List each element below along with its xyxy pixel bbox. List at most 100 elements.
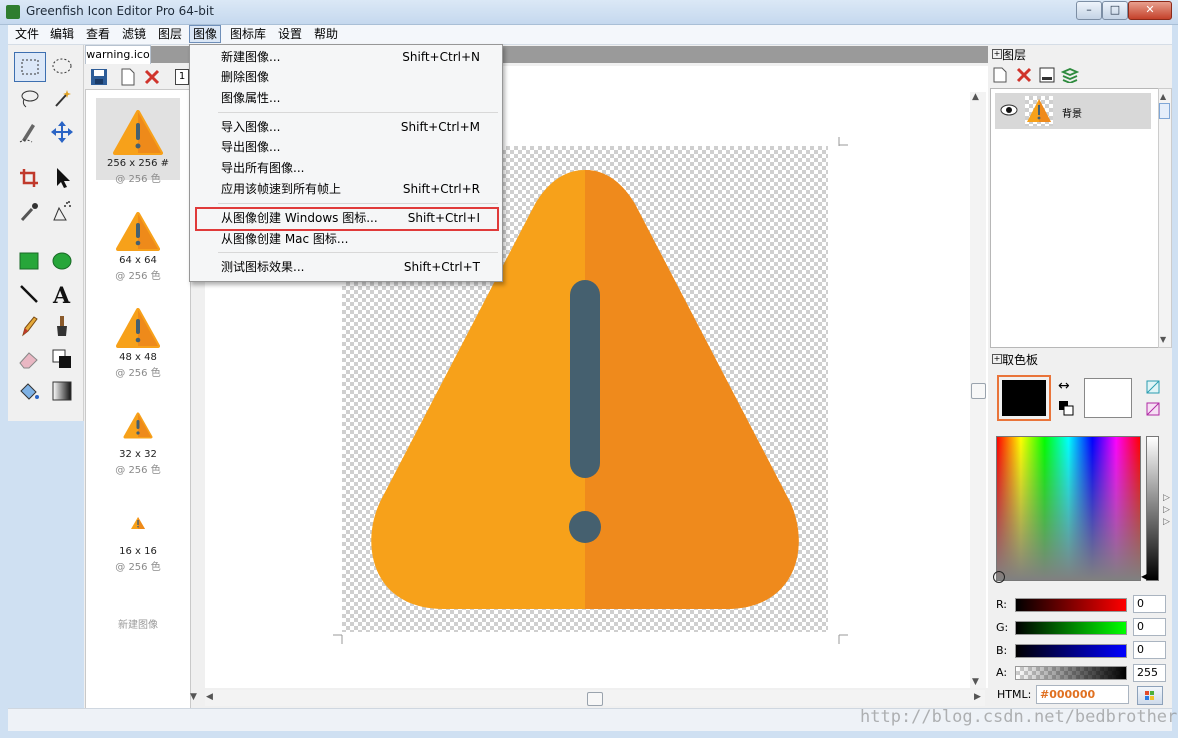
save-button[interactable] — [90, 68, 108, 89]
b-input[interactable]: 0 — [1133, 641, 1166, 659]
menu-filter[interactable]: 滤镜 — [119, 26, 149, 42]
new-layer-button[interactable] — [993, 67, 1007, 86]
secondary-color-swatch[interactable] — [1084, 378, 1132, 418]
maximize-button[interactable]: □ — [1102, 1, 1128, 20]
shortcut: Shift+Ctrl+T — [403, 260, 480, 274]
thumbnail-32[interactable] — [123, 412, 153, 440]
magic-wand-tool[interactable] — [48, 84, 76, 112]
thumb-scroll-down-icon[interactable]: ▼ — [190, 692, 197, 702]
pointer-tool[interactable] — [48, 164, 76, 192]
eyedropper-tool[interactable] — [15, 198, 43, 226]
layers-scroll-down-icon[interactable]: ▼ — [1160, 335, 1166, 344]
thumbnail-48[interactable] — [116, 308, 160, 350]
pencil-tool[interactable] — [15, 312, 43, 340]
delete-layer-button[interactable] — [1016, 67, 1032, 86]
menu-import-image[interactable]: 导入图像... — [221, 117, 280, 137]
scroll-up-icon[interactable]: ▲ — [972, 92, 979, 102]
color-dialog-button[interactable] — [1137, 686, 1163, 705]
layers-scrollbar[interactable] — [1158, 88, 1172, 348]
menu-icon-library[interactable]: 图标库 — [227, 26, 269, 42]
eye-icon[interactable] — [1000, 103, 1018, 120]
thumb-size-label: 256 x 256 # — [106, 158, 169, 169]
transparent-color-icon[interactable] — [1146, 380, 1160, 397]
move-tool[interactable] — [48, 118, 76, 146]
eraser-tool[interactable] — [15, 345, 43, 373]
palette-arrows-icon[interactable]: ▷ ▷ ▷ — [1163, 492, 1170, 528]
primary-color-swatch[interactable] — [997, 375, 1051, 421]
color-replace-tool[interactable] — [48, 345, 76, 373]
move-icon — [51, 121, 73, 143]
close-button[interactable]: ✕ — [1128, 1, 1172, 20]
menu-create-windows-icon[interactable]: 从图像创建 Windows 图标... — [221, 208, 378, 228]
fill-tool[interactable] — [15, 377, 43, 405]
menu-settings[interactable]: 设置 — [275, 26, 305, 42]
pen-select-tool[interactable] — [15, 118, 43, 146]
a-input[interactable]: 255 — [1133, 664, 1166, 682]
layers-scroll-up-icon[interactable]: ▲ — [1160, 92, 1166, 101]
line-tool[interactable] — [15, 280, 43, 308]
menu-edit[interactable]: 编辑 — [47, 26, 77, 42]
save-icon — [91, 69, 107, 85]
brush-tool[interactable] — [48, 312, 76, 340]
spray-icon — [53, 201, 71, 221]
vertical-scroll-thumb[interactable] — [971, 383, 986, 399]
horizontal-scroll-thumb[interactable] — [587, 692, 603, 706]
spray-tool[interactable] — [48, 198, 76, 226]
new-page-button[interactable] — [120, 68, 136, 89]
delete-button[interactable] — [143, 68, 161, 89]
menu-export-image[interactable]: 导出图像... — [221, 137, 280, 157]
menu-test-icon[interactable]: 测试图标效果... — [221, 257, 304, 277]
menu-view[interactable]: 查看 — [83, 26, 113, 42]
new-image-item[interactable]: 新建图像 — [86, 616, 190, 631]
menu-apply-frame-rate[interactable]: 应用该帧速到所有帧上 — [221, 179, 341, 199]
menu-image[interactable]: 图像 — [189, 25, 222, 43]
lightness-slider[interactable] — [1146, 436, 1159, 581]
g-slider[interactable] — [1015, 621, 1127, 635]
menu-delete-image[interactable]: 删除图像 — [221, 67, 269, 87]
swap-colors-icon[interactable]: ↔ — [1058, 378, 1070, 394]
menu-layer[interactable]: 图层 — [155, 26, 185, 42]
menu-export-all-images[interactable]: 导出所有图像... — [221, 158, 304, 178]
menu-image-properties[interactable]: 图像属性... — [221, 88, 280, 108]
thumbnail-256[interactable] — [113, 110, 163, 156]
r-slider[interactable] — [1015, 598, 1127, 612]
thumbnail-16[interactable] — [130, 516, 146, 530]
reset-colors-icon[interactable] — [1058, 400, 1074, 419]
picker-cursor[interactable] — [993, 571, 1005, 583]
scroll-right-icon[interactable]: ▶ — [974, 692, 981, 702]
scroll-left-icon[interactable]: ◀ — [206, 692, 213, 702]
html-color-input[interactable]: #000000 — [1036, 685, 1129, 704]
lightness-slider-handle[interactable]: ◀ — [1141, 572, 1147, 581]
r-input[interactable]: 0 — [1133, 595, 1166, 613]
expand-palette-icon[interactable]: + — [992, 354, 1002, 364]
b-slider[interactable] — [1015, 644, 1127, 658]
expand-layers-icon[interactable]: + — [992, 49, 1002, 59]
scroll-down-icon[interactable]: ▼ — [972, 677, 979, 687]
layers-scroll-thumb[interactable] — [1159, 103, 1170, 119]
menu-create-mac-icon[interactable]: 从图像创建 Mac 图标... — [221, 229, 348, 249]
gradient-tool[interactable] — [48, 377, 76, 405]
a-slider[interactable] — [1015, 666, 1127, 680]
hue-saturation-picker[interactable] — [996, 436, 1141, 581]
rectangle-tool[interactable] — [15, 247, 43, 275]
merge-layers-button[interactable] — [1060, 67, 1080, 86]
thumbnail-64[interactable] — [116, 212, 160, 252]
magic-wand-icon — [55, 90, 71, 107]
actual-size-icon[interactable]: 1 — [175, 69, 189, 85]
minimize-button[interactable]: – — [1076, 1, 1102, 20]
crop-tool[interactable] — [15, 164, 43, 192]
g-input[interactable]: 0 — [1133, 618, 1166, 636]
ellipse-tool[interactable] — [48, 247, 76, 275]
menu-file[interactable]: 文件 — [12, 26, 42, 42]
menu-help[interactable]: 帮助 — [311, 26, 341, 42]
layer-properties-button[interactable] — [1039, 67, 1055, 86]
rect-select-tool[interactable] — [14, 52, 46, 82]
ellipse-select-tool[interactable] — [48, 52, 76, 80]
text-tool[interactable]: A — [48, 280, 76, 308]
lasso-tool[interactable] — [15, 84, 43, 112]
inverse-color-icon[interactable] — [1146, 402, 1160, 419]
thumb-colors-label: @ 256 色 — [115, 465, 161, 476]
menu-new-image[interactable]: 新建图像... — [221, 47, 280, 67]
document-tab[interactable]: warning.ico — [85, 45, 151, 65]
g-label: G: — [996, 621, 1009, 634]
